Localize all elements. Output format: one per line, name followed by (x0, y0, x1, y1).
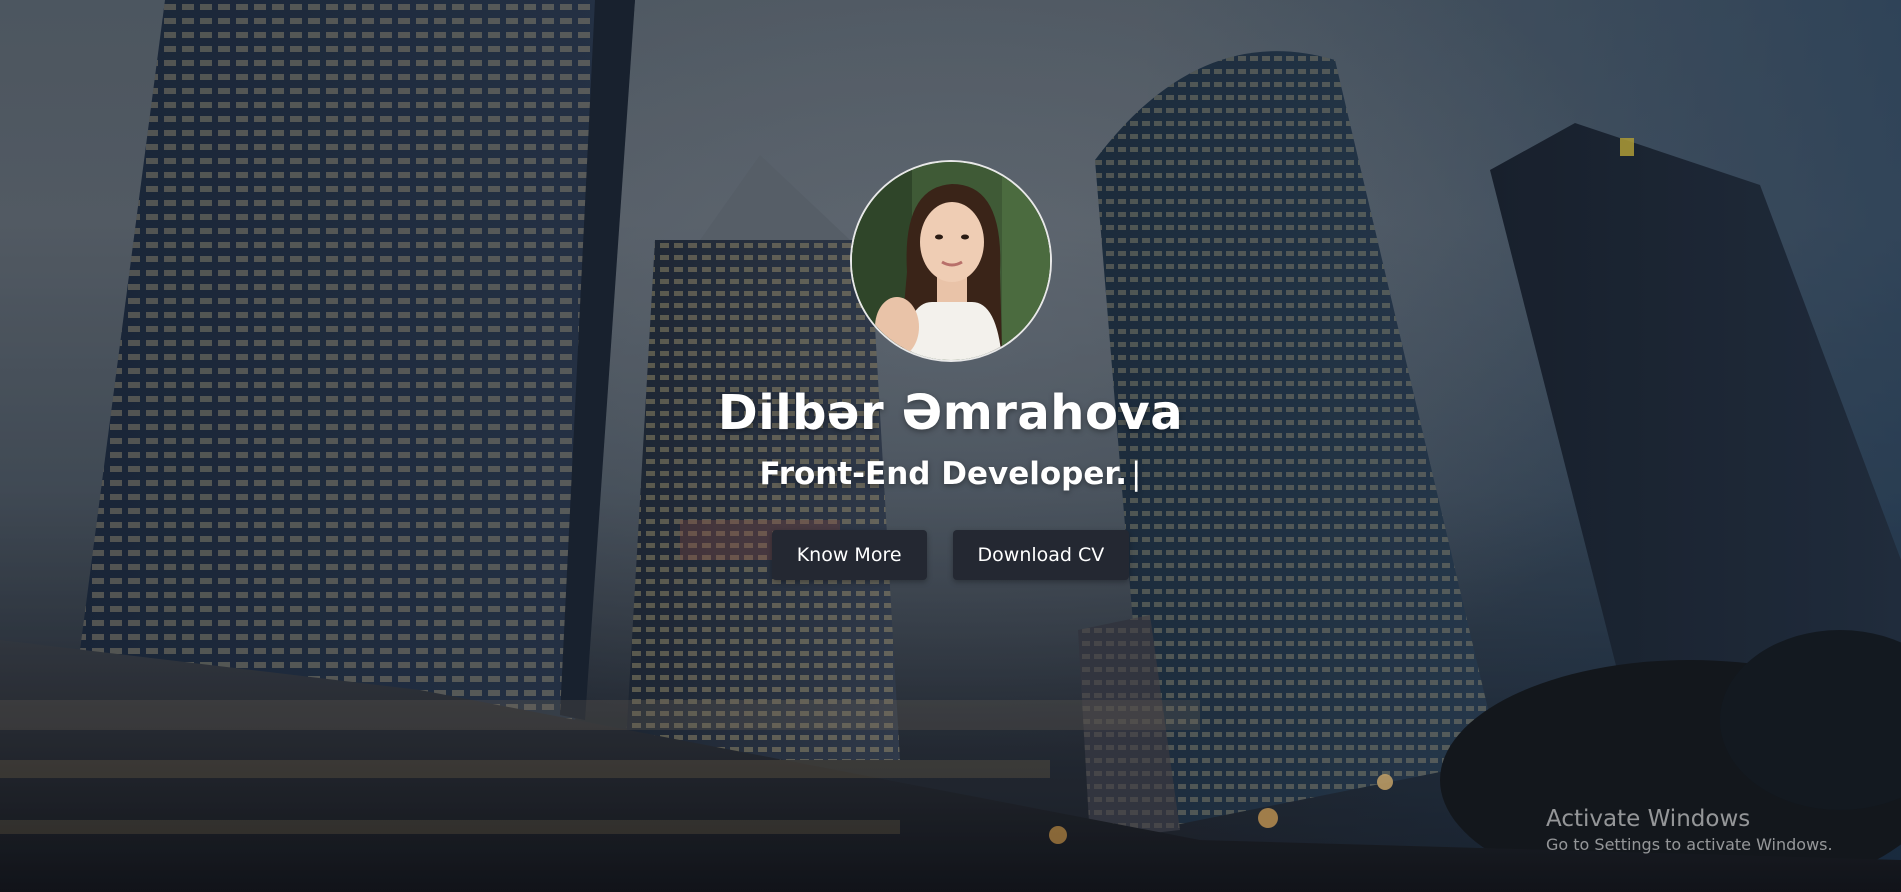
typing-cursor: | (1131, 456, 1142, 492)
profile-photo-image (851, 162, 1050, 360)
download-cv-button[interactable]: Download CV (952, 530, 1130, 580)
role-typed-text: Front-End Developer. (759, 456, 1128, 492)
activate-windows-watermark: Activate Windows Go to Settings to activ… (1546, 804, 1833, 856)
watermark-subtitle: Go to Settings to activate Windows. (1546, 835, 1833, 854)
hero-section: Dilbər Əmrahova Front-End Developer. | Kn… (0, 0, 1901, 892)
watermark-title: Activate Windows (1546, 806, 1751, 832)
know-more-button[interactable]: Know More (771, 530, 927, 580)
hero-name: Dilbər Əmrahova (717, 385, 1184, 441)
profile-avatar (849, 160, 1052, 362)
hero-buttons: Know More Download CV (0, 530, 1901, 580)
hero-role: Front-End Developer. | (0, 454, 1901, 494)
hero-content: Dilbər Əmrahova Front-End Developer. | Kn… (0, 160, 1901, 580)
